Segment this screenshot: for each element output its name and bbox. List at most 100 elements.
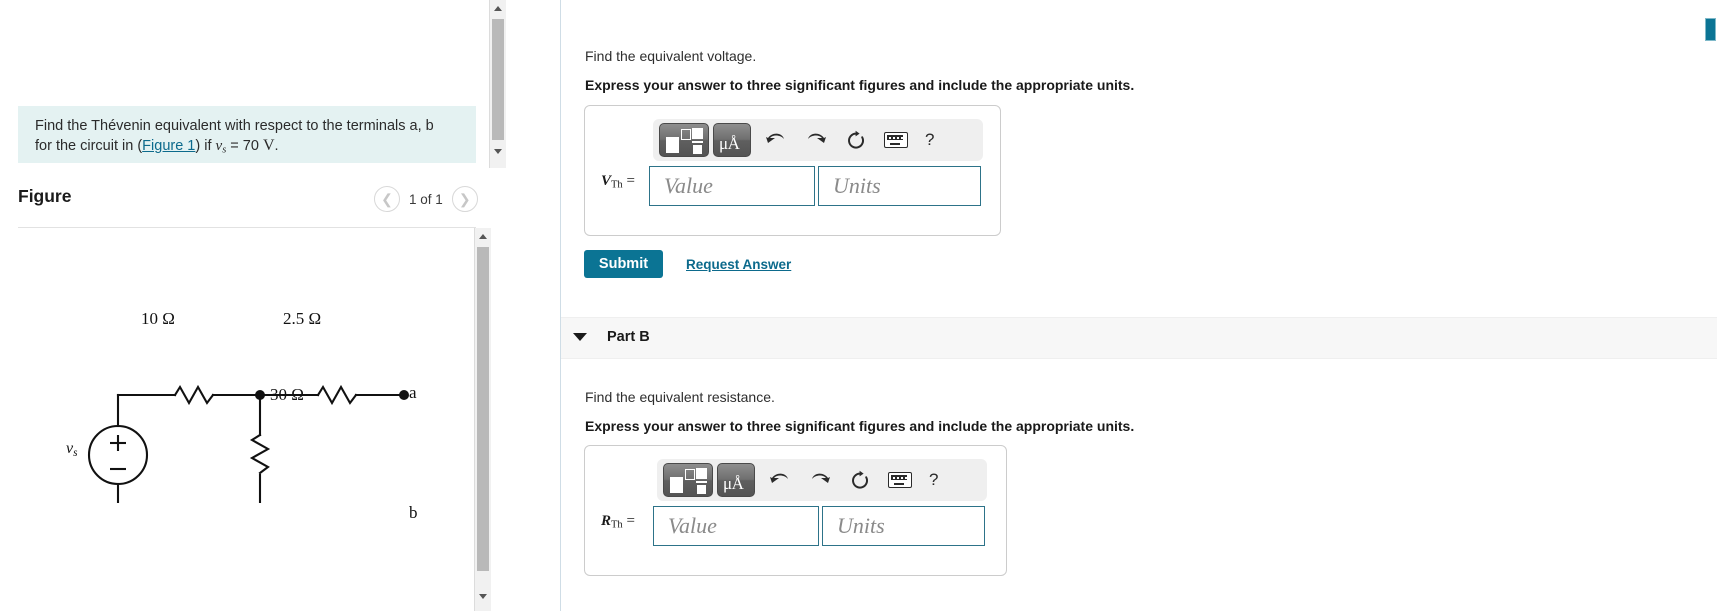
problem-scrollbar-up-arrow[interactable]: [490, 0, 506, 17]
problem-scrollbar-thumb[interactable]: [492, 19, 504, 140]
part-b-value-input[interactable]: Value: [653, 506, 819, 546]
help-icon[interactable]: ?: [925, 130, 934, 150]
source-label: vs: [66, 440, 77, 459]
part-b-label-subscript: Th: [611, 519, 623, 531]
figure-prev-button[interactable]: ❮: [374, 186, 400, 212]
template-icon-block-outline: [681, 129, 691, 140]
template-icon-block-br: [697, 485, 706, 494]
circuit-diagram: [87, 384, 409, 503]
part-a-prompt: Find the equivalent voltage.: [585, 48, 757, 64]
template-icon-block-outline: [685, 469, 695, 480]
figure-1-link[interactable]: Figure 1: [142, 138, 195, 154]
problem-statement-text: Find the Thévenin equivalent with respec…: [35, 116, 460, 161]
part-a-value-input[interactable]: Value: [649, 166, 815, 206]
part-b-label-symbol: R: [601, 513, 612, 529]
right-edge-tab[interactable]: [1705, 18, 1716, 41]
template-icon-block-left: [666, 137, 679, 153]
triangle-down-icon: [479, 594, 487, 599]
redo-glyph: [808, 133, 826, 143]
part-a-instruction: Express your answer to three significant…: [585, 77, 1135, 93]
resistor-30ohm-label: 30 Ω: [270, 385, 304, 404]
reset-icon[interactable]: [841, 125, 871, 155]
part-a-answer-toolbar: μÅ ?: [653, 119, 983, 161]
terminal-a-dot: [399, 390, 409, 400]
micro-angstrom-icon[interactable]: μÅ: [713, 123, 751, 157]
template-icon[interactable]: [663, 463, 713, 497]
sentence-period: .: [274, 138, 279, 154]
figure-scrollbar-up-arrow[interactable]: [475, 228, 491, 245]
part-a-submit-button[interactable]: Submit: [584, 250, 663, 278]
triangle-down-icon: [494, 149, 502, 154]
part-b-answer-box: μÅ ? RTh = Value Units: [584, 445, 1007, 576]
figure-scrollbar-thumb[interactable]: [477, 247, 489, 571]
problem-line-2-prefix: for the circuit in (: [35, 138, 143, 154]
part-b-answer-label: RTh =: [601, 513, 635, 530]
template-icon-block-br: [693, 145, 702, 154]
node-top-dot: [255, 390, 265, 400]
figure-scrollbar-down-arrow[interactable]: [475, 588, 491, 605]
part-a-request-answer-link[interactable]: Request Answer: [686, 257, 791, 272]
undo-icon[interactable]: [765, 465, 795, 495]
reset-icon[interactable]: [845, 465, 875, 495]
figure-title: Figure: [18, 186, 72, 206]
reset-glyph: [852, 470, 868, 489]
figure-header: Figure ❮ 1 of 1 ❯: [0, 176, 510, 228]
triangle-up-icon: [479, 234, 487, 239]
part-b-answer-toolbar: μÅ ?: [657, 459, 987, 501]
problem-scrollbar[interactable]: [489, 0, 506, 168]
micro-angstrom-glyph: μÅ: [723, 474, 744, 493]
terminal-b-label: b: [409, 503, 418, 522]
chevron-left-icon: ❮: [381, 190, 393, 207]
keyboard-icon[interactable]: [885, 465, 915, 495]
part-b-units-input[interactable]: Units: [822, 506, 985, 546]
part-b-label-equals: =: [622, 513, 635, 529]
part-a-answer-label: VTh =: [601, 173, 635, 190]
redo-icon[interactable]: [805, 465, 835, 495]
keyboard-glyph: [884, 132, 908, 148]
help-icon[interactable]: ?: [929, 470, 938, 490]
figure-counter: 1 of 1: [409, 191, 443, 207]
redo-icon[interactable]: [801, 125, 831, 155]
caret-down-icon[interactable]: [573, 333, 587, 341]
part-a-label-symbol: V: [601, 173, 612, 189]
problem-statement-region: Find the Thévenin equivalent with respec…: [0, 0, 510, 168]
problem-scrollbar-down-arrow[interactable]: [490, 143, 506, 160]
equals-value: = 70: [226, 138, 263, 154]
keyboard-glyph: [888, 472, 912, 488]
template-icon-block-left: [670, 477, 683, 493]
part-b-label: Part B: [607, 329, 650, 345]
resistor-2p5ohm-label: 2.5 Ω: [283, 309, 322, 328]
template-icon-bar: [692, 141, 703, 143]
template-icon-bar: [696, 481, 707, 483]
page-root: Find the Thévenin equivalent with respec…: [0, 0, 1717, 611]
part-b-header-bar[interactable]: Part B: [561, 317, 1717, 359]
part-a-label-subscript: Th: [611, 179, 623, 191]
problem-statement-box: Find the Thévenin equivalent with respec…: [18, 106, 476, 163]
source-label-sub: s: [73, 446, 78, 459]
undo-glyph: [770, 473, 788, 483]
part-b-instruction: Express your answer to three significant…: [585, 418, 1135, 434]
problem-line-1: Find the Thévenin equivalent with respec…: [35, 118, 434, 134]
resistor-10ohm-label: 10 Ω: [141, 309, 175, 328]
micro-angstrom-glyph: μÅ: [719, 134, 740, 153]
template-icon-block-tr: [696, 468, 707, 479]
figure-navigation: ❮ 1 of 1 ❯: [374, 186, 478, 212]
problem-line-2-mid: ) if: [195, 138, 216, 154]
part-a-answer-box: μÅ ? VTh = Value Units: [584, 105, 1001, 236]
chevron-right-icon: ❯: [458, 190, 471, 207]
template-icon-block-tr: [692, 128, 703, 139]
micro-angstrom-icon[interactable]: μÅ: [717, 463, 755, 497]
keyboard-icon[interactable]: [881, 125, 911, 155]
terminal-a-label: a: [409, 383, 417, 402]
figure-body: 10 Ω 2.5 Ω 30 Ω vs a b: [0, 228, 510, 611]
right-panel: Find the equivalent voltage. Express you…: [561, 0, 1717, 611]
part-b-prompt: Find the equivalent resistance.: [585, 389, 775, 405]
figure-next-button[interactable]: ❯: [451, 186, 478, 212]
voltage-unit: V: [262, 137, 275, 154]
undo-icon[interactable]: [761, 125, 791, 155]
part-a-units-input[interactable]: Units: [818, 166, 981, 206]
figure-scrollbar[interactable]: [474, 228, 491, 611]
template-icon[interactable]: [659, 123, 709, 157]
undo-glyph: [766, 133, 784, 143]
redo-glyph: [812, 473, 830, 483]
